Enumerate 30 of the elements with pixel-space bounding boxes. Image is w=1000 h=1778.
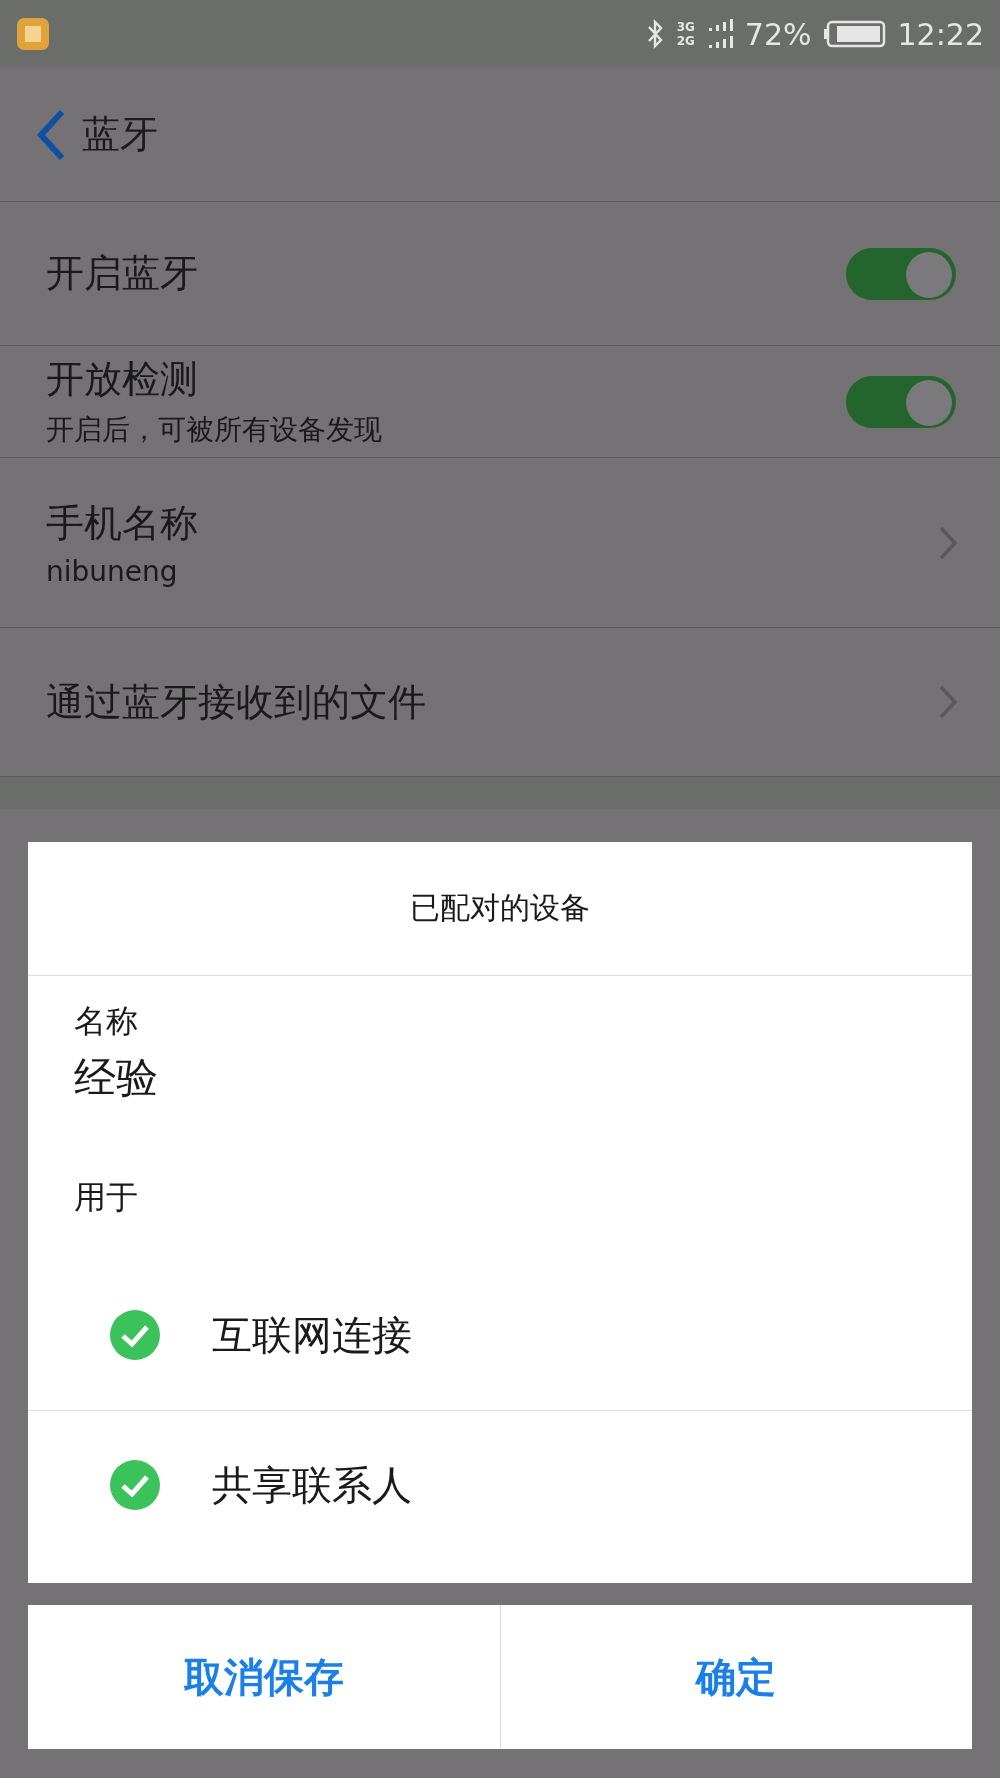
field-label: 名称 — [74, 1001, 139, 1042]
device-name: 经验 — [74, 1052, 159, 1104]
toggle-switch[interactable] — [846, 375, 956, 428]
option-label[interactable]: 共享联系人 — [212, 1457, 412, 1513]
app-icon[interactable] — [16, 17, 50, 51]
section-label: 用于 — [74, 1177, 139, 1218]
row-title: 手机名称 — [46, 499, 199, 547]
battery-icon — [823, 20, 886, 48]
row-title: 开放检测 — [46, 356, 199, 403]
battery-percent: 72% — [744, 16, 812, 52]
row-subtitle: nibuneng — [46, 554, 179, 588]
network-label: 2G — [676, 34, 695, 48]
row-subtitle: 开启后，可被所有设备发现 — [46, 412, 383, 448]
check-icon[interactable] — [110, 1460, 160, 1510]
option-label[interactable]: 互联网连接 — [212, 1307, 412, 1363]
network-label: 3G — [676, 20, 695, 34]
settings-row[interactable]: 手机名称 nibuneng — [0, 458, 1000, 628]
clock: 12:22 — [897, 16, 984, 52]
settings-row[interactable]: 开放检测 开启后，可被所有设备发现 — [0, 346, 1000, 458]
row-title: 开启蓝牙 — [46, 250, 199, 297]
back-icon[interactable] — [36, 108, 66, 161]
check-icon[interactable] — [110, 1310, 160, 1360]
signal-icon — [706, 18, 733, 50]
settings-row[interactable]: 开启蓝牙 — [0, 202, 1000, 346]
row-title: 通过蓝牙接收到的文件 — [46, 678, 427, 726]
toggle-switch[interactable] — [846, 247, 956, 300]
chevron-icon — [938, 524, 958, 561]
page-title: 蓝牙 — [82, 111, 158, 158]
dialog-title: 已配对的设备 — [28, 842, 972, 976]
chevron-icon — [938, 684, 958, 720]
